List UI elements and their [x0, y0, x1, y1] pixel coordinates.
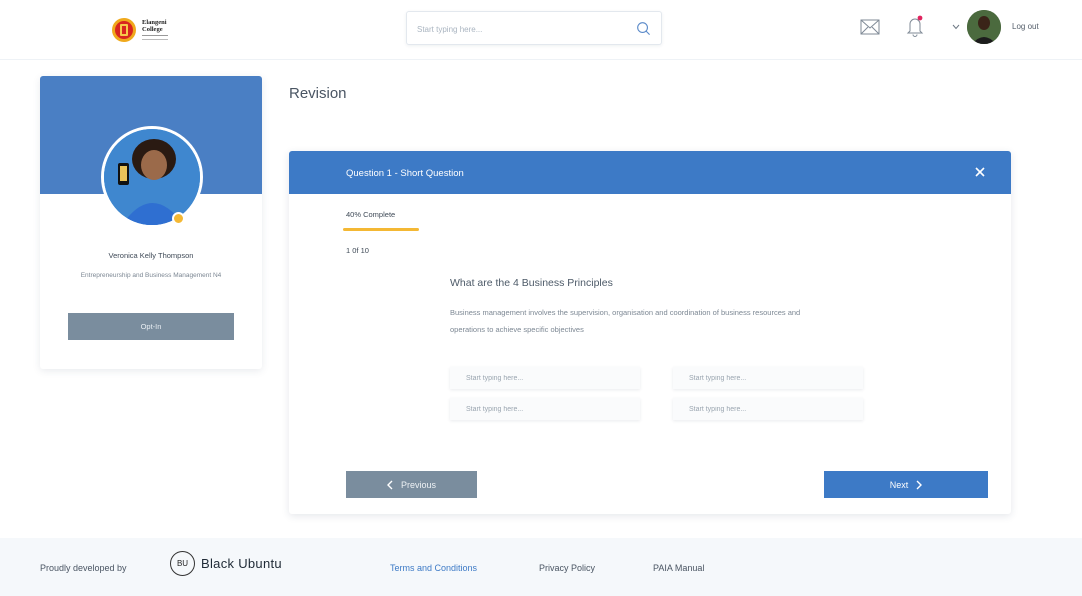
notification-dot-icon: [917, 15, 923, 21]
opt-in-button[interactable]: Opt-In: [68, 313, 234, 340]
top-header: Elangeni College Log out: [0, 0, 1082, 60]
paia-manual-link[interactable]: PAIA Manual: [653, 563, 704, 573]
quiz-header: Question 1 - Short Question: [289, 151, 1011, 194]
search-input[interactable]: [417, 20, 617, 38]
chevron-right-icon: [916, 480, 923, 489]
user-avatar-icon: [967, 10, 1001, 44]
logo-underline: [142, 35, 168, 40]
question-heading: What are the 4 Business Principles: [450, 277, 613, 289]
footer: Proudly developed by BU Black Ubuntu Ter…: [0, 538, 1082, 596]
profile-card: Veronica Kelly Thompson Entrepreneurship…: [40, 76, 262, 369]
question-description: Business management involves the supervi…: [450, 308, 801, 334]
black-ubuntu-logo[interactable]: BU Black Ubuntu: [170, 550, 282, 576]
close-icon[interactable]: [975, 167, 985, 177]
profile-photo: [101, 126, 203, 228]
next-button[interactable]: Next: [824, 471, 988, 498]
next-label: Next: [889, 479, 909, 490]
college-logo[interactable]: Elangeni College: [111, 15, 173, 45]
quiz-title: Question 1 - Short Question: [346, 168, 464, 179]
question-counter: 1 0f 10: [346, 246, 369, 255]
answer-input-1[interactable]: [450, 367, 640, 389]
student-name: Veronica Kelly Thompson: [108, 251, 194, 260]
previous-button[interactable]: Previous: [346, 471, 477, 498]
previous-label: Previous: [400, 479, 436, 490]
brand-name: Black Ubuntu: [201, 555, 282, 571]
chevron-left-icon: [386, 480, 393, 489]
search-bar: [406, 11, 662, 45]
user-avatar[interactable]: [967, 10, 1001, 44]
logo-line-2: College: [142, 25, 163, 33]
progress-bar: [343, 228, 533, 231]
progress-bar-fill: [343, 228, 419, 231]
bu-badge-icon: BU: [170, 550, 195, 576]
bell-icon[interactable]: [906, 15, 924, 37]
chevron-down-icon[interactable]: [952, 24, 960, 30]
terms-link[interactable]: Terms and Conditions: [390, 563, 477, 573]
online-status-dot: [172, 212, 185, 225]
profile-photo-icon: [104, 129, 200, 225]
answer-input-3[interactable]: [450, 398, 640, 420]
logout-link[interactable]: Log out: [1012, 22, 1039, 31]
college-crest-icon: [112, 18, 136, 42]
answer-input-4[interactable]: [673, 398, 863, 420]
privacy-policy-link[interactable]: Privacy Policy: [539, 563, 595, 573]
mail-icon[interactable]: [860, 19, 880, 35]
developed-by-text: Proudly developed by: [40, 563, 127, 573]
search-icon[interactable]: [636, 21, 651, 36]
quiz-card: Question 1 - Short Question 40% Complete…: [289, 151, 1011, 514]
answer-input-2[interactable]: [673, 367, 863, 389]
progress-label: 40% Complete: [346, 210, 396, 219]
page-title: Revision: [289, 85, 347, 102]
student-course: Entrepreneurship and Business Management…: [80, 272, 222, 279]
